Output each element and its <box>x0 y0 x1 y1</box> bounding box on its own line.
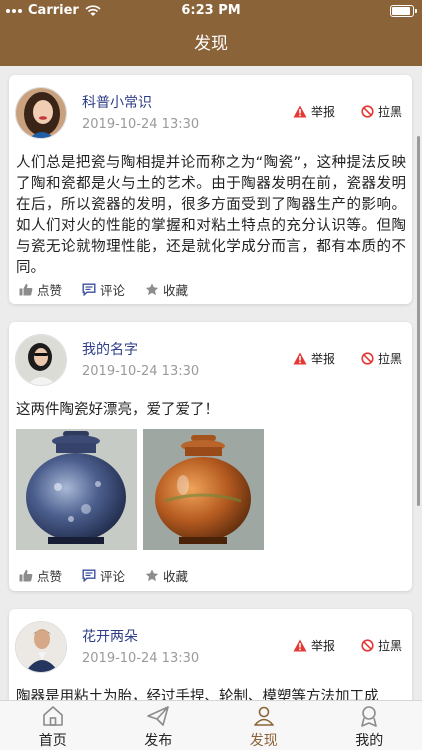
comment-button[interactable]: 评论 <box>82 280 125 299</box>
post-text: 陶器是用粘土为胎，经过手捏、轮制、模塑等方法加工成 <box>16 689 379 700</box>
post-card[interactable]: 科普小常识 2019-10-24 13:30 举报 拉黑 人们总是把瓷与陶相提并… <box>9 75 412 304</box>
block-label: 拉黑 <box>378 105 403 119</box>
tab-label: 首页 <box>38 733 67 749</box>
post-text: 人们总是把瓷与陶相提并论而称之为“陶瓷”，这种提法反映了陶和瓷都是火与土的艺术。… <box>16 155 406 276</box>
thumbs-up-icon <box>19 569 33 582</box>
star-icon <box>145 283 159 296</box>
post-card[interactable]: 花开两朵 2019-10-24 13:30 举报 拉黑 陶器是用粘土为胎，经过手… <box>9 609 412 700</box>
tab-bar: 首页 发布 发现 我的 <box>0 700 422 750</box>
block-icon <box>361 639 374 652</box>
like-button[interactable]: 点赞 <box>19 280 62 299</box>
report-button[interactable]: 举报 <box>293 637 335 654</box>
like-label: 点赞 <box>37 569 63 584</box>
feed-list[interactable]: 科普小常识 2019-10-24 13:30 举报 拉黑 人们总是把瓷与陶相提并… <box>0 66 422 700</box>
post-actions: 点赞 评论 收藏 <box>19 566 188 585</box>
page-title: 发现 <box>194 34 228 54</box>
like-button[interactable]: 点赞 <box>19 566 62 585</box>
post-actions: 点赞 评论 收藏 <box>19 280 188 299</box>
tab-label: 我的 <box>355 733 384 749</box>
status-bar: Carrier 6:23 PM <box>0 0 422 22</box>
tab-label: 发现 <box>249 733 278 749</box>
warning-icon <box>293 639 307 652</box>
like-label: 点赞 <box>37 283 63 298</box>
avatar[interactable] <box>15 621 67 673</box>
block-button[interactable]: 拉黑 <box>361 103 402 120</box>
avatar[interactable] <box>15 334 67 386</box>
discover-icon <box>253 706 274 726</box>
favorite-button[interactable]: 收藏 <box>145 280 188 299</box>
comment-label: 评论 <box>100 283 126 298</box>
star-icon <box>145 569 159 582</box>
block-button[interactable]: 拉黑 <box>361 637 402 654</box>
report-button[interactable]: 举报 <box>293 350 335 367</box>
tab-profile[interactable]: 我的 <box>317 701 422 750</box>
post-photo[interactable] <box>16 429 137 550</box>
post-timestamp: 2019-10-24 13:30 <box>82 364 200 379</box>
scrollbar[interactable] <box>417 136 420 506</box>
username[interactable]: 科普小常识 <box>82 92 152 112</box>
avatar[interactable] <box>15 87 67 139</box>
report-button[interactable]: 举报 <box>293 103 335 120</box>
block-button[interactable]: 拉黑 <box>361 350 402 367</box>
tab-home[interactable]: 首页 <box>0 701 106 750</box>
comment-button[interactable]: 评论 <box>82 566 125 585</box>
clock: 6:23 PM <box>181 3 241 18</box>
profile-icon <box>361 706 378 727</box>
comment-label: 评论 <box>100 569 126 584</box>
block-icon <box>361 352 374 365</box>
username[interactable]: 我的名字 <box>82 339 138 359</box>
home-icon <box>42 706 63 726</box>
tab-publish[interactable]: 发布 <box>106 701 212 750</box>
nav-bar: 发现 <box>0 22 422 66</box>
block-icon <box>361 105 374 118</box>
post-text: 这两件陶瓷好漂亮，爱了爱了！ <box>16 402 219 418</box>
warning-icon <box>293 105 307 118</box>
tab-discover[interactable]: 发现 <box>211 701 317 750</box>
report-label: 举报 <box>311 639 336 653</box>
favorite-label: 收藏 <box>163 283 189 298</box>
send-icon <box>147 706 170 726</box>
post-photo[interactable] <box>143 429 264 550</box>
favorite-button[interactable]: 收藏 <box>145 566 188 585</box>
block-label: 拉黑 <box>378 352 403 366</box>
username[interactable]: 花开两朵 <box>82 626 138 646</box>
report-label: 举报 <box>311 105 336 119</box>
battery-icon <box>390 5 417 17</box>
post-timestamp: 2019-10-24 13:30 <box>82 651 200 666</box>
comment-icon <box>82 283 96 296</box>
favorite-label: 收藏 <box>163 569 189 584</box>
thumbs-up-icon <box>19 283 33 296</box>
tab-label: 发布 <box>144 733 173 749</box>
block-label: 拉黑 <box>378 639 403 653</box>
comment-icon <box>82 569 96 582</box>
post-timestamp: 2019-10-24 13:30 <box>82 117 200 132</box>
report-label: 举报 <box>311 352 336 366</box>
warning-icon <box>293 352 307 365</box>
post-card[interactable]: 我的名字 2019-10-24 13:30 举报 拉黑 这两件陶瓷好漂亮，爱了爱… <box>9 322 412 591</box>
